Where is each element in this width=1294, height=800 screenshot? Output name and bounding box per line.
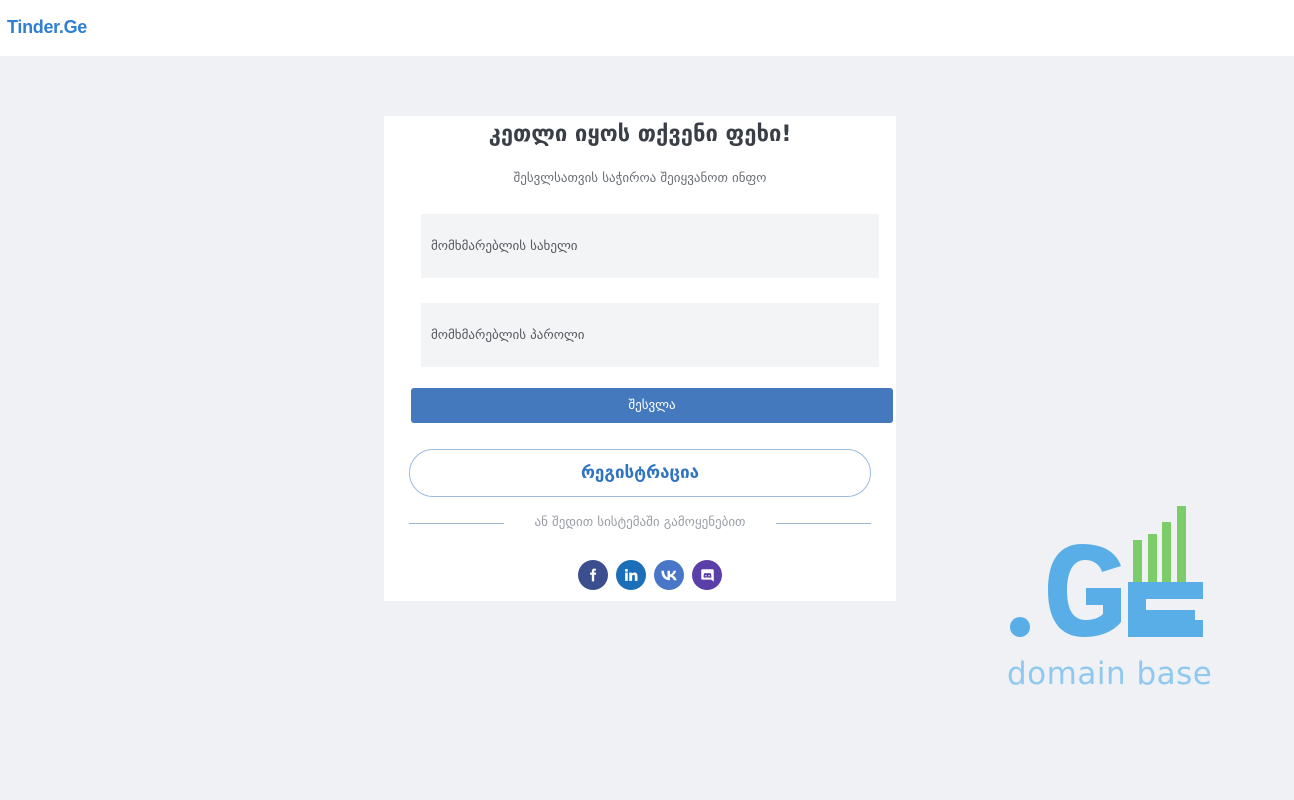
password-input[interactable] [421,303,879,367]
domain-base-logo: domain base [1000,500,1215,700]
login-button[interactable]: შესვლა [411,388,893,423]
divider-left [409,523,504,524]
social-divider-text: ან შედით სისტემაში გამოყენებით [534,515,746,530]
ge-logo-mark [1010,506,1203,637]
vk-icon[interactable] [654,560,684,590]
brand-link[interactable]: Tinder.Ge [7,17,87,38]
login-title: კეთლი იყოს თქვენი ფეხი! [488,122,792,147]
divider-right [776,523,871,524]
login-subtitle: შესვლსათვის საჭიროა შეიყვანოთ ინფო [513,171,767,186]
login-card: კეთლი იყოს თქვენი ფეხი! შესვლსათვის საჭი… [384,116,896,601]
discord-icon[interactable] [692,560,722,590]
top-navbar: Tinder.Ge [0,0,1294,56]
username-input[interactable] [421,214,879,278]
register-button[interactable]: რეგისტრაცია [409,449,871,497]
domain-base-text: domain base [1007,656,1213,692]
facebook-icon[interactable] [578,560,608,590]
linkedin-icon[interactable] [616,560,646,590]
